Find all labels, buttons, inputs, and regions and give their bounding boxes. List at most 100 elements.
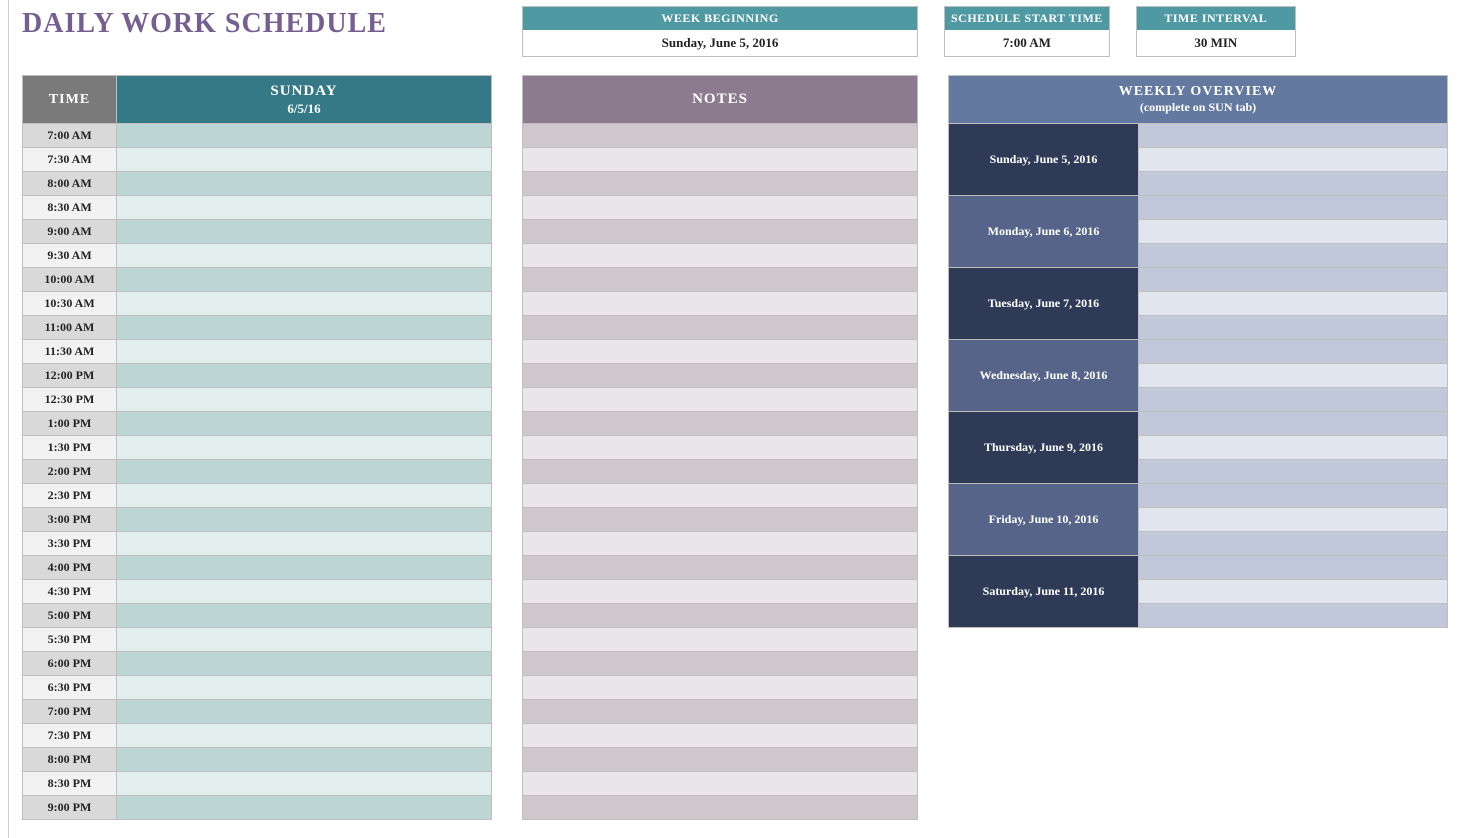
- schedule-event-cell[interactable]: [117, 532, 492, 556]
- notes-cell[interactable]: [523, 532, 918, 556]
- weekly-entry-cell[interactable]: [1139, 148, 1448, 172]
- notes-row: [523, 244, 918, 268]
- schedule-event-cell[interactable]: [117, 244, 492, 268]
- weekly-entry-cell[interactable]: [1139, 220, 1448, 244]
- notes-cell[interactable]: [523, 388, 918, 412]
- weekly-entry-cell[interactable]: [1139, 244, 1448, 268]
- notes-cell[interactable]: [523, 484, 918, 508]
- schedule-event-cell[interactable]: [117, 268, 492, 292]
- schedule-event-cell[interactable]: [117, 796, 492, 820]
- notes-row: [523, 532, 918, 556]
- notes-cell[interactable]: [523, 172, 918, 196]
- weekly-entry-cell[interactable]: [1139, 508, 1448, 532]
- schedule-event-cell[interactable]: [117, 148, 492, 172]
- weekly-entry-cell[interactable]: [1139, 364, 1448, 388]
- weekly-entry-cell[interactable]: [1139, 292, 1448, 316]
- notes-row: [523, 460, 918, 484]
- weekly-entry-cell[interactable]: [1139, 172, 1448, 196]
- schedule-event-cell[interactable]: [117, 772, 492, 796]
- schedule-event-cell[interactable]: [117, 460, 492, 484]
- notes-cell[interactable]: [523, 124, 918, 148]
- info-start-value[interactable]: 7:00 AM: [945, 30, 1109, 56]
- weekly-day-label: Saturday, June 11, 2016: [949, 556, 1139, 628]
- notes-cell[interactable]: [523, 340, 918, 364]
- notes-row: [523, 220, 918, 244]
- notes-cell[interactable]: [523, 748, 918, 772]
- schedule-event-cell[interactable]: [117, 484, 492, 508]
- notes-cell[interactable]: [523, 628, 918, 652]
- schedule-event-cell[interactable]: [117, 508, 492, 532]
- schedule-event-cell[interactable]: [117, 412, 492, 436]
- schedule-row: 9:00 PM: [23, 796, 492, 820]
- notes-cell[interactable]: [523, 364, 918, 388]
- weekly-entry-cell[interactable]: [1139, 580, 1448, 604]
- info-interval-value[interactable]: 30 MIN: [1137, 30, 1295, 56]
- notes-cell[interactable]: [523, 676, 918, 700]
- weekly-entry-cell[interactable]: [1139, 556, 1448, 580]
- notes-cell[interactable]: [523, 220, 918, 244]
- weekly-entry-cell[interactable]: [1139, 436, 1448, 460]
- weekly-day-label: Thursday, June 9, 2016: [949, 412, 1139, 484]
- info-start-time: SCHEDULE START TIME 7:00 AM: [944, 6, 1110, 57]
- schedule-event-cell[interactable]: [117, 724, 492, 748]
- notes-row: [523, 148, 918, 172]
- schedule-event-cell[interactable]: [117, 652, 492, 676]
- weekly-entry-cell[interactable]: [1139, 484, 1448, 508]
- notes-cell[interactable]: [523, 604, 918, 628]
- weekly-entry-cell[interactable]: [1139, 316, 1448, 340]
- weekly-entry-cell[interactable]: [1139, 532, 1448, 556]
- schedule-event-cell[interactable]: [117, 604, 492, 628]
- schedule-event-cell[interactable]: [117, 388, 492, 412]
- notes-cell[interactable]: [523, 652, 918, 676]
- notes-cell[interactable]: [523, 412, 918, 436]
- schedule-event-cell[interactable]: [117, 580, 492, 604]
- notes-cell[interactable]: [523, 460, 918, 484]
- notes-cell[interactable]: [523, 292, 918, 316]
- schedule-event-cell[interactable]: [117, 292, 492, 316]
- notes-cell[interactable]: [523, 148, 918, 172]
- schedule-row: 11:30 AM: [23, 340, 492, 364]
- weekly-entry-cell[interactable]: [1139, 196, 1448, 220]
- weekly-entry-cell[interactable]: [1139, 268, 1448, 292]
- notes-cell[interactable]: [523, 268, 918, 292]
- schedule-event-cell[interactable]: [117, 700, 492, 724]
- schedule-event-cell[interactable]: [117, 676, 492, 700]
- weekly-entry-cell[interactable]: [1139, 412, 1448, 436]
- schedule-time-cell: 8:30 AM: [23, 196, 117, 220]
- notes-cell[interactable]: [523, 580, 918, 604]
- notes-cell[interactable]: [523, 700, 918, 724]
- schedule-event-cell[interactable]: [117, 628, 492, 652]
- weekly-entry-cell[interactable]: [1139, 388, 1448, 412]
- weekly-entry-cell[interactable]: [1139, 460, 1448, 484]
- weekly-entry-cell[interactable]: [1139, 340, 1448, 364]
- header-row: DAILY WORK SCHEDULE WEEK BEGINNING Sunda…: [22, 6, 1446, 57]
- schedule-event-cell[interactable]: [117, 364, 492, 388]
- notes-cell[interactable]: [523, 196, 918, 220]
- notes-cell[interactable]: [523, 724, 918, 748]
- schedule-time-cell: 11:30 AM: [23, 340, 117, 364]
- schedule-event-cell[interactable]: [117, 340, 492, 364]
- notes-cell[interactable]: [523, 316, 918, 340]
- notes-cell[interactable]: [523, 436, 918, 460]
- schedule-event-cell[interactable]: [117, 556, 492, 580]
- schedule-time-cell: 2:30 PM: [23, 484, 117, 508]
- weekly-entry-cell[interactable]: [1139, 124, 1448, 148]
- schedule-event-cell[interactable]: [117, 220, 492, 244]
- schedule-time-cell: 1:30 PM: [23, 436, 117, 460]
- schedule-event-cell[interactable]: [117, 436, 492, 460]
- schedule-event-cell[interactable]: [117, 316, 492, 340]
- notes-cell[interactable]: [523, 508, 918, 532]
- info-week-value[interactable]: Sunday, June 5, 2016: [523, 30, 917, 56]
- weekly-day-label: Wednesday, June 8, 2016: [949, 340, 1139, 412]
- notes-cell[interactable]: [523, 796, 918, 820]
- schedule-event-cell[interactable]: [117, 172, 492, 196]
- schedule-event-cell[interactable]: [117, 748, 492, 772]
- notes-cell[interactable]: [523, 772, 918, 796]
- weekly-entry-cell[interactable]: [1139, 604, 1448, 628]
- schedule-event-cell[interactable]: [117, 196, 492, 220]
- schedule-time-header: TIME: [23, 76, 117, 124]
- schedule-event-cell[interactable]: [117, 124, 492, 148]
- notes-cell[interactable]: [523, 556, 918, 580]
- notes-cell[interactable]: [523, 244, 918, 268]
- schedule-time-cell: 8:00 PM: [23, 748, 117, 772]
